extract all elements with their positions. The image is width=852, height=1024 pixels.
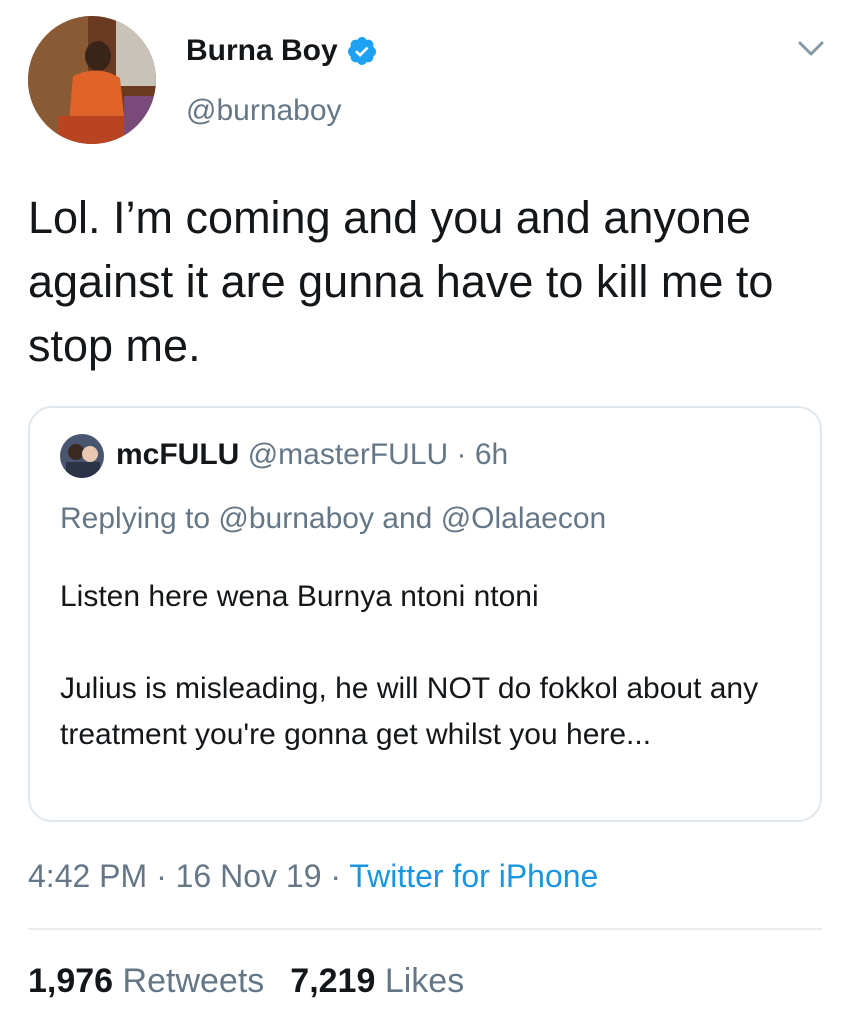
meta-separator: · (156, 858, 167, 894)
divider (28, 928, 822, 930)
author-handle[interactable]: @burnaboy (186, 94, 342, 128)
likes-label: Likes (384, 962, 465, 1000)
author-name-text[interactable]: Burna Boy (186, 34, 338, 68)
chevron-down-icon[interactable] (796, 38, 826, 60)
meta-separator: · (330, 858, 342, 894)
verified-badge-icon (347, 37, 376, 65)
tweet-time[interactable]: 4:42 PM (28, 858, 147, 894)
quoted-header: mcFULU @masterFULU · 6h (116, 438, 508, 472)
likes-stat[interactable]: 7,219 Likes (290, 962, 464, 1000)
author-avatar[interactable] (28, 16, 156, 144)
quoted-body-line: Listen here wena Burnya ntoni ntoni (60, 580, 539, 613)
retweets-stat[interactable]: 1,976 Retweets (28, 962, 264, 1000)
quoted-tweet-body: Listen here wena Burnya ntoni ntoni Juli… (60, 574, 800, 758)
quoted-author-avatar (60, 434, 104, 478)
tweet-stats: 1,976 Retweets 7,219 Likes (28, 962, 464, 1001)
quoted-author-handle: @masterFULU (247, 438, 449, 471)
quoted-tweet-card[interactable]: mcFULU @masterFULU · 6h Replying to @bur… (28, 406, 822, 822)
tweet-source-link[interactable]: Twitter for iPhone (349, 858, 598, 894)
quoted-body-line: Julius is misleading, he will NOT do fok… (60, 672, 759, 751)
tweet-date[interactable]: 16 Nov 19 (176, 858, 322, 894)
quoted-author-name: mcFULU (116, 438, 240, 471)
tweet-meta: 4:42 PM · 16 Nov 19 · Twitter for iPhone (28, 858, 598, 895)
tweet-text: Lol. I’m coming and you and anyone again… (28, 192, 774, 371)
retweets-label: Retweets (122, 962, 265, 1000)
author-name[interactable]: Burna Boy (186, 34, 378, 68)
replying-to: Replying to @burnaboy and @Olalaecon (60, 502, 607, 535)
likes-count: 7,219 (290, 962, 376, 1000)
retweets-count: 1,976 (28, 962, 114, 1000)
quoted-separator: · (456, 438, 467, 471)
quoted-time: 6h (474, 438, 509, 471)
